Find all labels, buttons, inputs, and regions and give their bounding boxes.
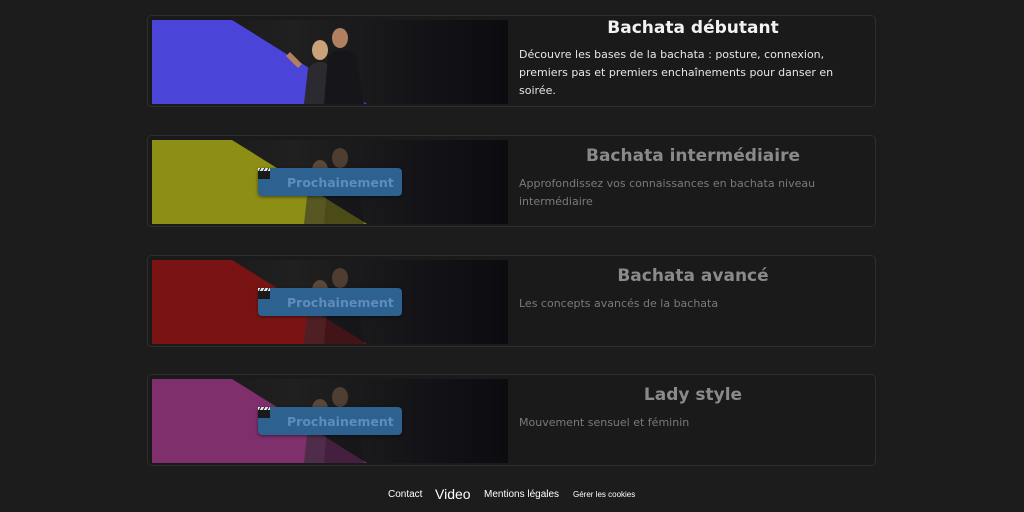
course-info: Bachata avancé Les concepts avancés de l… [519,256,867,346]
course-thumbnail[interactable]: Prochainement [152,260,508,344]
thumbnail-artwork [152,20,367,104]
course-title[interactable]: Bachata débutant [519,18,867,38]
clapperboard-icon [258,288,281,308]
course-thumbnail[interactable] [152,20,508,104]
clapperboard-icon [258,407,281,427]
course-thumbnail[interactable]: Prochainement [152,379,508,463]
footer-link-manage-cookies[interactable]: Gérer les cookies [573,490,635,499]
course-info: Bachata débutant Découvre les bases de l… [519,16,867,106]
course-card-bachata-debutant[interactable]: Bachata débutant Découvre les bases de l… [147,15,876,107]
course-card-lady-style[interactable]: Prochainement Lady style Mouvement sensu… [147,374,876,466]
footer-link-legal-notices[interactable]: Mentions légales [484,489,559,500]
course-info: Lady style Mouvement sensuel et féminin [519,375,867,465]
course-title[interactable]: Lady style [519,385,867,405]
page: Bachata débutant Découvre les bases de l… [0,0,1024,512]
footer: Contact Video Mentions légales Gérer les… [0,486,1024,503]
badge-label: Prochainement [287,174,394,190]
course-title[interactable]: Bachata avancé [519,266,867,286]
course-description: Découvre les bases de la bachata : postu… [519,48,834,97]
badge-label: Prochainement [287,294,394,310]
course-description: Approfondissez vos connaissances en bach… [519,177,816,208]
course-thumbnail[interactable]: Prochainement [152,140,508,224]
coming-soon-badge: Prochainement [258,288,402,316]
course-title[interactable]: Bachata intermédiaire [519,146,867,166]
coming-soon-badge: Prochainement [258,407,402,435]
course-card-bachata-avance[interactable]: Prochainement Bachata avancé Les concept… [147,255,876,347]
clapperboard-icon [258,168,281,188]
footer-link-contact[interactable]: Contact [388,489,422,500]
course-description: Les concepts avancés de la bachata [519,297,719,310]
course-info: Bachata intermédiaire Approfondissez vos… [519,136,867,226]
coming-soon-badge: Prochainement [258,168,402,196]
course-card-bachata-intermediaire[interactable]: Prochainement Bachata intermédiaire Appr… [147,135,876,227]
badge-label: Prochainement [287,413,394,429]
footer-link-video[interactable]: Video [435,486,471,502]
course-description: Mouvement sensuel et féminin [519,416,690,429]
